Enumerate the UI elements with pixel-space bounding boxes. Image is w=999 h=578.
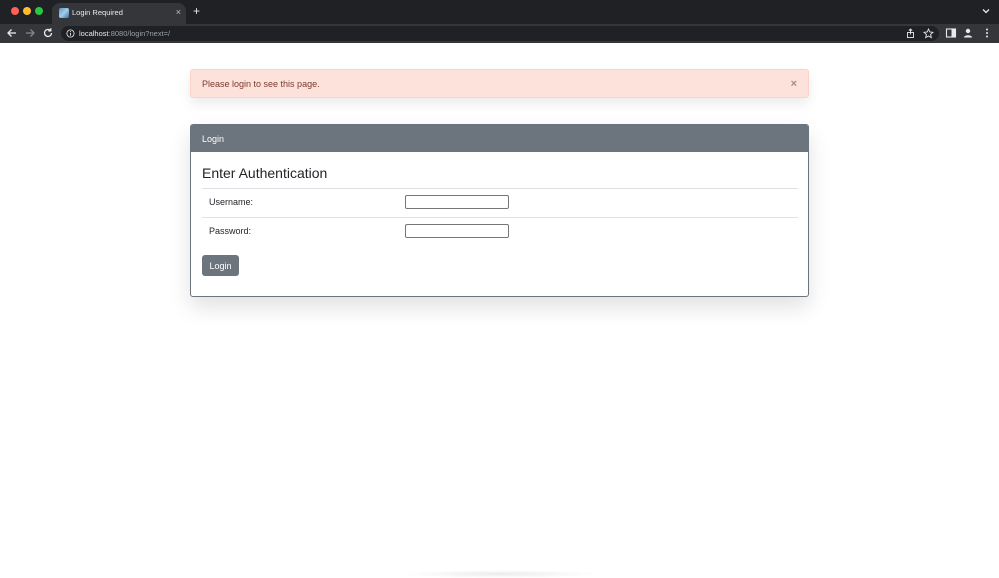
login-button[interactable]: Login xyxy=(202,255,239,276)
site-info-icon[interactable] xyxy=(66,29,75,38)
username-label: Username: xyxy=(209,197,254,207)
row-divider xyxy=(202,188,798,189)
address-bar[interactable]: localhost:8080/login?next=/ xyxy=(61,26,939,41)
card-header-title: Login xyxy=(202,134,225,144)
url-path: :8080/login?next=/ xyxy=(108,29,171,38)
page-title: Enter Authentication xyxy=(202,165,328,181)
login-required-alert: Please login to see this page. × xyxy=(190,69,809,98)
url-host: localhost xyxy=(79,29,109,38)
password-label: Password: xyxy=(209,226,252,236)
side-panel-icon[interactable] xyxy=(945,27,957,39)
tab-title: Login Required xyxy=(72,8,123,17)
browser-tab-bar: Login Required × + xyxy=(0,0,999,24)
browser-toolbar: localhost:8080/login?next=/ xyxy=(0,24,999,43)
url-text: localhost:8080/login?next=/ xyxy=(79,28,170,39)
browser-tab[interactable]: Login Required × xyxy=(52,3,186,24)
row-divider xyxy=(202,217,798,218)
alert-message: Please login to see this page. xyxy=(202,79,320,89)
username-input[interactable] xyxy=(405,195,509,209)
alert-close-icon[interactable]: × xyxy=(791,78,797,90)
share-icon[interactable] xyxy=(905,28,916,39)
bookmark-star-icon[interactable] xyxy=(923,28,934,39)
password-input[interactable] xyxy=(405,224,509,238)
more-menu-icon[interactable] xyxy=(981,27,993,39)
maximize-window-button[interactable] xyxy=(35,7,43,15)
bottom-shadow xyxy=(400,570,600,578)
close-window-button[interactable] xyxy=(11,7,19,15)
new-tab-button[interactable]: + xyxy=(193,4,200,18)
minimize-window-button[interactable] xyxy=(23,7,31,15)
profile-avatar-icon[interactable] xyxy=(962,27,974,39)
forward-arrow-icon[interactable] xyxy=(23,26,37,40)
back-arrow-icon[interactable] xyxy=(5,26,19,40)
card-header: Login xyxy=(191,125,808,152)
tab-close-icon[interactable]: × xyxy=(176,6,181,18)
login-card: Login Enter Authentication Username: Pas… xyxy=(190,124,809,297)
tab-search-chevron-icon[interactable] xyxy=(981,6,991,16)
site-favicon-icon xyxy=(59,8,69,18)
reload-icon[interactable] xyxy=(41,26,55,40)
